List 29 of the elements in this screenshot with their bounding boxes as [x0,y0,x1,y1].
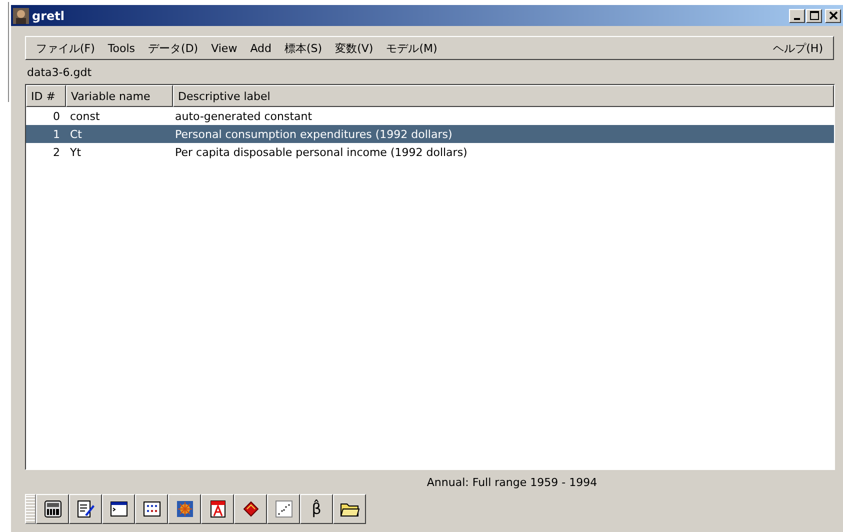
table-row[interactable]: 0 const auto-generated constant [26,107,834,125]
table-cell-text: 0 [52,110,61,122]
table-cell-text: const [69,110,101,122]
menu-item[interactable]: データ(D) [148,40,198,56]
table-cell-text: Ct [69,128,83,140]
table-row[interactable]: 2 Yt Per capita disposable personal income (1992 dollars) [26,143,834,161]
beta-hat-text: β̂ [312,499,322,519]
menu-item[interactable]: Add [250,42,272,54]
menu-item[interactable]: Tools [108,42,136,54]
beta-hat-button[interactable]: β̂ [300,494,333,524]
window-title: gretl [32,8,66,22]
table-cell-text: Per capita disposable personal income (1992 dollars) [174,146,468,158]
file-name: data3-6.gdt [27,66,93,81]
table-cell-text: 1 [52,128,61,140]
status-text: Annual: Full range 1959 - 1994 [426,476,598,491]
menu-item[interactable]: 標本(S) [284,40,322,56]
table-row[interactable]: 1 Ct Personal consumption expenditures (1992 dollars) [26,125,834,143]
menu-item[interactable]: ファイル(F) [36,40,95,56]
column-header[interactable]: ID # [26,85,66,107]
menu-item[interactable]: モデル(M) [386,40,438,56]
menu-item[interactable]: View [211,42,238,54]
table-cell-text: 2 [52,146,61,158]
menu-item[interactable]: ヘルプ(H) [773,40,823,56]
table-cell-text: Personal consumption expenditures (1992 dollars) [174,128,454,140]
table-cell-text: auto-generated constant [174,110,314,122]
column-header[interactable]: Descriptive label [173,85,834,107]
column-header[interactable]: Variable name [66,85,173,107]
menu-item[interactable]: 変数(V) [335,40,374,56]
table-cell-text: Yt [69,146,82,158]
